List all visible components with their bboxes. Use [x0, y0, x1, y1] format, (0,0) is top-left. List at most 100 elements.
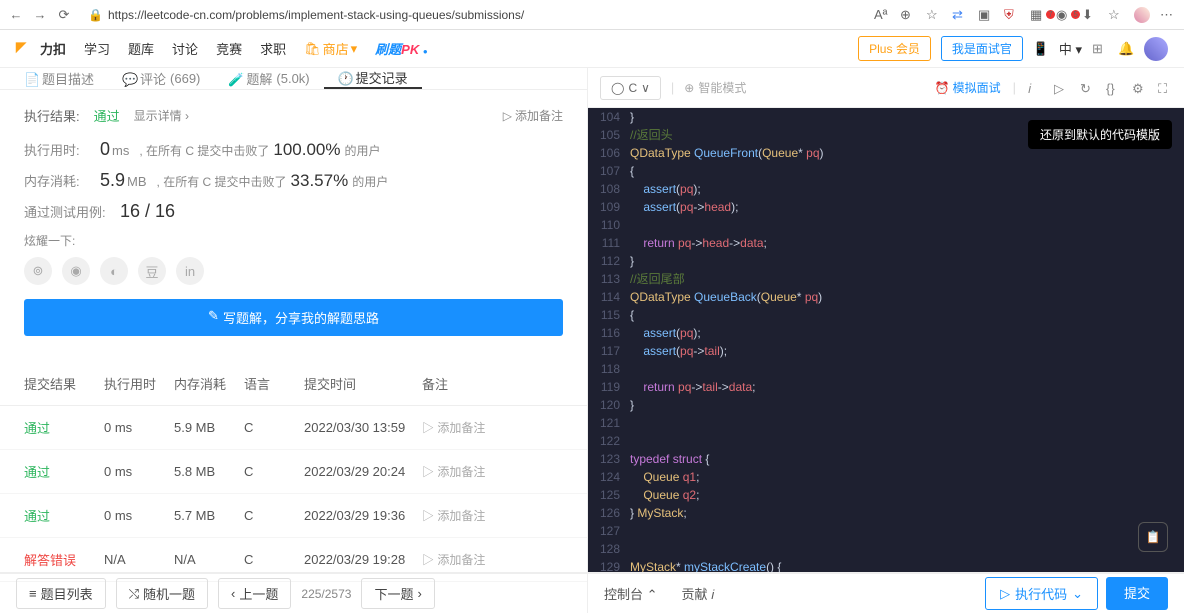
code-line[interactable]: 124 Queue q1; [588, 468, 1184, 486]
shield-icon[interactable]: ⛨ [1004, 7, 1020, 23]
code-line[interactable]: 120} [588, 396, 1184, 414]
smart-mode[interactable]: ⊕ 智能模式 [684, 79, 746, 96]
url-bar[interactable]: 🔒 https://leetcode-cn.com/problems/imple… [80, 6, 866, 24]
code-text: } [630, 252, 1184, 270]
linkedin-icon[interactable]: in [176, 257, 204, 285]
code-line[interactable]: 122 [588, 432, 1184, 450]
nav-shop[interactable]: 🛍 商店 ▾ [304, 39, 357, 58]
tab-comments[interactable]: 💬评论 (669) [108, 68, 214, 89]
tab-description[interactable]: 📄题目描述 [10, 68, 108, 89]
code-line[interactable]: 123typedef struct { [588, 450, 1184, 468]
qq-icon[interactable]: ◐ [100, 257, 128, 285]
code-line[interactable]: 128 [588, 540, 1184, 558]
star-icon[interactable]: ☆ [1108, 7, 1124, 23]
table-row[interactable]: 通过 0 ms 5.9 MB C 2022/03/30 13:59 ▷ 添加备注 [0, 406, 587, 450]
table-row[interactable]: 通过 0 ms 5.7 MB C 2022/03/29 19:36 ▷ 添加备注 [0, 494, 587, 538]
ext-3-icon[interactable]: ◉5 [1056, 7, 1072, 23]
row-date: 2022/03/29 20:24 [304, 464, 422, 479]
nav-jobs[interactable]: 求职 [260, 39, 286, 58]
lang-dropdown[interactable]: 中 ▾ [1059, 39, 1082, 58]
code-line[interactable]: 110 [588, 216, 1184, 234]
next-button[interactable]: 下一题 › [361, 578, 434, 609]
mem-unit: MB [127, 174, 147, 189]
nav-contest[interactable]: 竞赛 [216, 39, 242, 58]
row-mem: 5.8 MB [174, 464, 244, 479]
favorite-icon[interactable]: ☆ [926, 7, 942, 23]
browser-avatar[interactable] [1134, 7, 1150, 23]
show-details-link[interactable]: 显示详情 › [134, 107, 189, 124]
line-number: 114 [588, 288, 630, 306]
row-note[interactable]: ▷ 添加备注 [422, 463, 502, 480]
ext-1-icon[interactable]: ▣ [978, 7, 994, 23]
mock-interview-link[interactable]: ⏰ 模拟面试 [935, 79, 1001, 96]
text-icon[interactable]: Aª [874, 7, 890, 23]
line-number: 123 [588, 450, 630, 468]
run-icon[interactable]: ▷ [1054, 81, 1068, 95]
tab-solutions[interactable]: 🧪题解 (5.0k) [214, 68, 323, 89]
download-icon[interactable]: ⬇ [1082, 7, 1098, 23]
code-line[interactable]: 117 assert(pq->tail); [588, 342, 1184, 360]
random-button[interactable]: ⤭ 随机一题 [116, 578, 208, 609]
more-icon[interactable]: ⋯ [1160, 7, 1176, 23]
interviewer-button[interactable]: 我是面试官 [941, 36, 1023, 61]
bell-icon[interactable]: 🔔 [1118, 41, 1134, 57]
code-line[interactable]: 129MyStack* myStackCreate() { [588, 558, 1184, 572]
ext-2-icon[interactable]: ▦7 [1030, 7, 1046, 23]
code-line[interactable]: 107{ [588, 162, 1184, 180]
translate-icon[interactable]: ⇄ [952, 7, 968, 23]
nav-pk[interactable]: 刷题PK ● [375, 39, 428, 58]
row-note[interactable]: ▷ 添加备注 [422, 507, 502, 524]
tab-submissions[interactable]: 🕐提交记录 [324, 68, 422, 89]
code-line[interactable]: 109 assert(pq->head); [588, 198, 1184, 216]
language-select[interactable]: ◯ C ∨ [600, 76, 661, 100]
mobile-icon[interactable]: 📱 [1033, 41, 1049, 57]
code-line[interactable]: 112} [588, 252, 1184, 270]
code-line[interactable]: 125 Queue q2; [588, 486, 1184, 504]
code-line[interactable]: 119 return pq->tail->data; [588, 378, 1184, 396]
run-code-button[interactable]: ▷ 执行代码 ⌄ [985, 577, 1098, 610]
settings-icon[interactable]: ⚙ [1132, 81, 1146, 95]
weibo-icon[interactable]: ◉ [62, 257, 90, 285]
smart-text: 智能模式 [698, 79, 746, 96]
contribute-tab[interactable]: 贡献 𝑖 [682, 584, 715, 603]
code-line[interactable]: 116 assert(pq); [588, 324, 1184, 342]
code-line[interactable]: 113//返回尾部 [588, 270, 1184, 288]
code-line[interactable]: 108 assert(pq); [588, 180, 1184, 198]
code-line[interactable]: 115{ [588, 306, 1184, 324]
code-line[interactable]: 111 return pq->head->data; [588, 234, 1184, 252]
write-solution-button[interactable]: ✎ 写题解，分享我的解题思路 [24, 299, 563, 336]
nav-discuss[interactable]: 讨论 [172, 39, 198, 58]
row-note[interactable]: ▷ 添加备注 [422, 551, 502, 568]
nav-problems[interactable]: 题库 [128, 39, 154, 58]
editor-badge-icon[interactable]: 📋 [1138, 522, 1168, 552]
fullscreen-icon[interactable]: ⛶ [1158, 81, 1172, 95]
add-note-link[interactable]: ▷ 添加备注 [503, 107, 563, 124]
prev-button[interactable]: ‹ 上一题 [218, 578, 291, 609]
row-time: N/A [104, 552, 174, 567]
console-tab[interactable]: 控制台 ⌃ [604, 584, 658, 603]
code-line[interactable]: 118 [588, 360, 1184, 378]
code-line[interactable]: 114QDataType QueueBack(Queue* pq) [588, 288, 1184, 306]
table-row[interactable]: 通过 0 ms 5.8 MB C 2022/03/29 20:24 ▷ 添加备注 [0, 450, 587, 494]
submit-button[interactable]: 提交 [1106, 577, 1168, 610]
back-icon[interactable]: ← [8, 7, 24, 23]
row-note[interactable]: ▷ 添加备注 [422, 419, 502, 436]
user-avatar[interactable] [1144, 37, 1168, 61]
plus-button[interactable]: Plus 会员 [858, 36, 931, 61]
bracket-icon[interactable]: {} [1106, 81, 1120, 95]
reset-icon[interactable]: ↻ [1080, 81, 1094, 95]
nav-learn[interactable]: 学习 [84, 39, 110, 58]
forward-icon[interactable]: → [32, 7, 48, 23]
create-icon[interactable]: ⊞ [1092, 41, 1108, 57]
wechat-icon[interactable]: ⊚ [24, 257, 52, 285]
code-editor[interactable]: 还原到默认的代码模版 104}105//返回头106QDataType Queu… [588, 108, 1184, 572]
info-icon[interactable]: 𝑖 [1028, 81, 1042, 95]
douban-icon[interactable]: 豆 [138, 257, 166, 285]
logo[interactable]: ◤ 力扣 [16, 39, 66, 59]
search-icon[interactable]: ⊕ [900, 7, 916, 23]
refresh-icon[interactable]: ⟳ [56, 7, 72, 23]
code-line[interactable]: 126} MyStack; [588, 504, 1184, 522]
problem-list-button[interactable]: ≡ 题目列表 [16, 578, 106, 609]
code-line[interactable]: 127 [588, 522, 1184, 540]
code-line[interactable]: 121 [588, 414, 1184, 432]
